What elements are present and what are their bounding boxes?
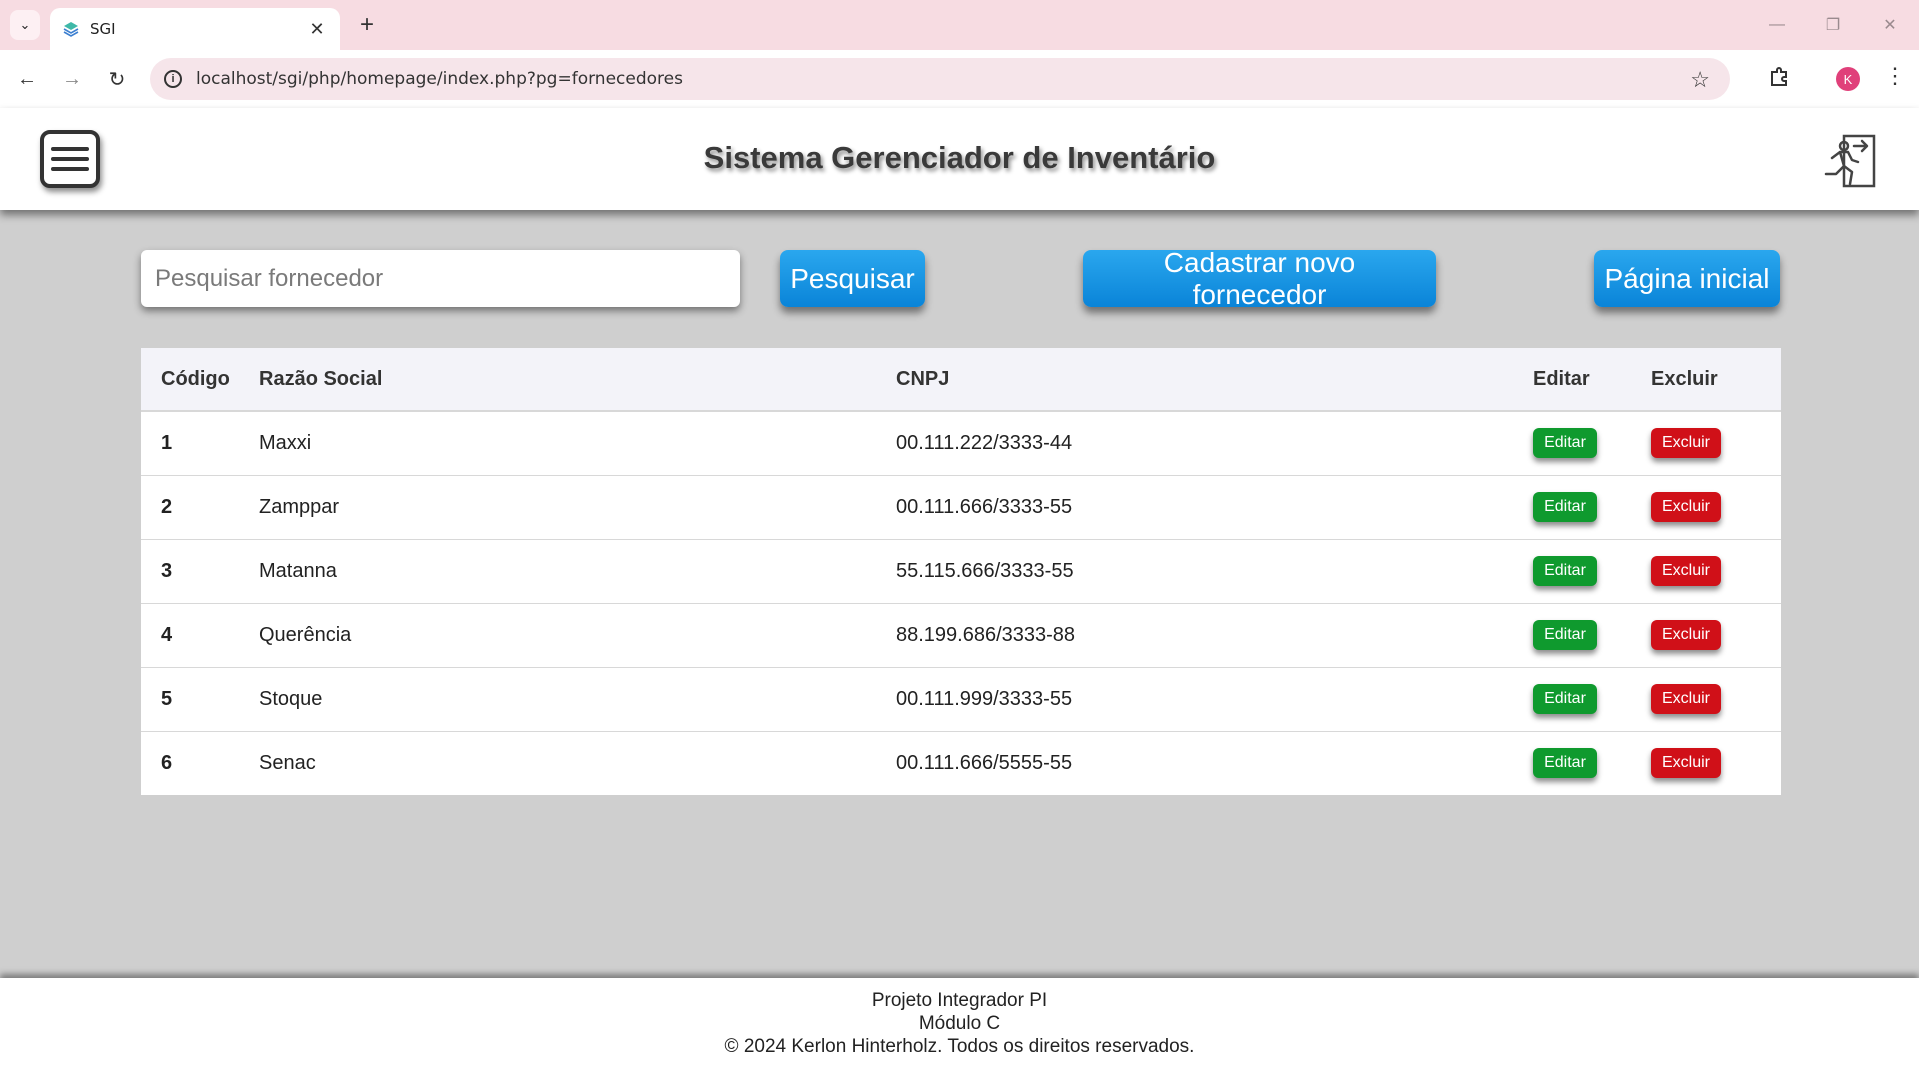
sgi-favicon-icon — [63, 22, 79, 37]
edit-button[interactable]: Editar — [1533, 684, 1597, 714]
header-edit: Editar — [1533, 348, 1651, 412]
cell-cnpj: 55.115.666/3333-55 — [896, 559, 1074, 582]
cell-cnpj: 00.111.222/3333-44 — [896, 431, 1073, 454]
logout-running-man-icon[interactable] — [1818, 132, 1878, 190]
reload-icon[interactable]: ↻ — [102, 64, 132, 94]
delete-button[interactable]: Excluir — [1651, 428, 1721, 459]
delete-button[interactable]: Excluir — [1651, 492, 1721, 522]
tab-title: SGI — [90, 20, 116, 38]
cell-code: 4 — [161, 623, 173, 646]
table-row: 3 Matanna 55.115.666/3333-55 Editar Excl… — [141, 539, 1781, 603]
table-header-row: Código Razão Social CNPJ Editar Excluir — [141, 348, 1781, 412]
cell-code: 1 — [161, 431, 173, 454]
extensions-puzzle-icon[interactable] — [1768, 64, 1792, 88]
delete-button[interactable]: Excluir — [1651, 684, 1721, 714]
header-code: Código — [141, 348, 259, 412]
profile-avatar[interactable]: K — [1836, 67, 1860, 91]
cell-cnpj: 00.111.666/5555-55 — [896, 751, 1073, 774]
cell-code: 6 — [161, 751, 173, 774]
edit-button[interactable]: Editar — [1533, 556, 1597, 586]
browser-toolbar: ← → ↻ i localhost/sgi/php/homepage/index… — [0, 50, 1919, 108]
footer-copyright: © 2024 Kerlon Hinterholz. Todos os direi… — [724, 1036, 1195, 1057]
header-cnpj: CNPJ — [896, 348, 1533, 412]
header-razao-social: Razão Social — [259, 348, 896, 412]
delete-button[interactable]: Excluir — [1651, 748, 1721, 779]
browser-tab-bar: ⌄ SGI ✕ + — ❐ ✕ — [0, 0, 1919, 50]
table-row: 5 Stoque 00.111.999/3333-55 Editar Exclu… — [141, 667, 1781, 731]
cell-razao-social: Maxxi — [259, 431, 312, 454]
cell-razao-social: Senac — [259, 751, 316, 774]
cell-code: 2 — [161, 495, 173, 518]
url-text[interactable]: localhost/sgi/php/homepage/index.php?pg=… — [196, 69, 683, 89]
home-page-button[interactable]: Página inicial — [1594, 250, 1780, 307]
edit-button[interactable]: Editar — [1533, 748, 1597, 779]
cell-code: 3 — [161, 559, 173, 582]
browser-menu-icon[interactable]: ⋮ — [1884, 63, 1906, 89]
window-minimize-icon[interactable]: — — [1757, 12, 1797, 38]
cell-code: 5 — [161, 687, 173, 710]
cell-razao-social: Matanna — [259, 559, 337, 582]
delete-button[interactable]: Excluir — [1651, 620, 1721, 650]
forward-arrow-icon[interactable]: → — [57, 64, 87, 94]
cell-razao-social: Querência — [259, 623, 352, 646]
cell-cnpj: 88.199.686/3333-88 — [896, 623, 1076, 646]
table-row: 6 Senac 00.111.666/5555-55 Editar Exclui… — [141, 731, 1781, 795]
window-close-icon[interactable]: ✕ — [1870, 12, 1910, 38]
app-header: Sistema Gerenciador de Inventário — [0, 108, 1919, 210]
search-button[interactable]: Pesquisar — [780, 250, 925, 307]
edit-button[interactable]: Editar — [1533, 620, 1597, 650]
add-supplier-button[interactable]: Cadastrar novo fornecedor — [1083, 247, 1436, 310]
footer-project-line: Projeto Integrador PI — [871, 990, 1048, 1011]
table-row: 2 Zamppar 00.111.666/3333-55 Editar Excl… — [141, 475, 1781, 539]
browser-tab[interactable]: SGI ✕ — [50, 8, 340, 50]
back-arrow-icon[interactable]: ← — [12, 64, 42, 94]
page-title: Sistema Gerenciador de Inventário — [703, 140, 1216, 175]
header-delete: Excluir — [1651, 348, 1781, 412]
site-info-icon[interactable]: i — [164, 70, 182, 88]
cell-cnpj: 00.111.999/3333-55 — [896, 687, 1073, 710]
footer-module-line: Módulo C — [918, 1013, 1001, 1034]
cell-razao-social: Zamppar — [259, 495, 340, 518]
tab-close-icon[interactable]: ✕ — [306, 19, 328, 40]
window-restore-icon[interactable]: ❐ — [1813, 12, 1853, 38]
table-row: 4 Querência 88.199.686/3333-88 Editar Ex… — [141, 603, 1781, 667]
edit-button[interactable]: Editar — [1533, 492, 1597, 522]
delete-button[interactable]: Excluir — [1651, 556, 1721, 586]
bookmark-star-icon[interactable]: ☆ — [1690, 67, 1710, 93]
suppliers-table: Código Razão Social CNPJ Editar Excluir … — [141, 348, 1781, 795]
search-input[interactable] — [141, 250, 740, 307]
table-row: 1 Maxxi 00.111.222/3333-44 Editar Exclui… — [141, 411, 1781, 475]
edit-button[interactable]: Editar — [1533, 428, 1597, 459]
new-tab-plus-icon[interactable]: + — [352, 10, 382, 40]
cell-cnpj: 00.111.666/3333-55 — [896, 495, 1073, 518]
cell-razao-social: Stoque — [259, 687, 323, 710]
address-bar[interactable]: i localhost/sgi/php/homepage/index.php?p… — [150, 58, 1730, 100]
footer: Projeto Integrador PI Módulo C © 2024 Ke… — [0, 978, 1919, 1079]
tab-list-chevron-icon[interactable]: ⌄ — [10, 10, 40, 40]
